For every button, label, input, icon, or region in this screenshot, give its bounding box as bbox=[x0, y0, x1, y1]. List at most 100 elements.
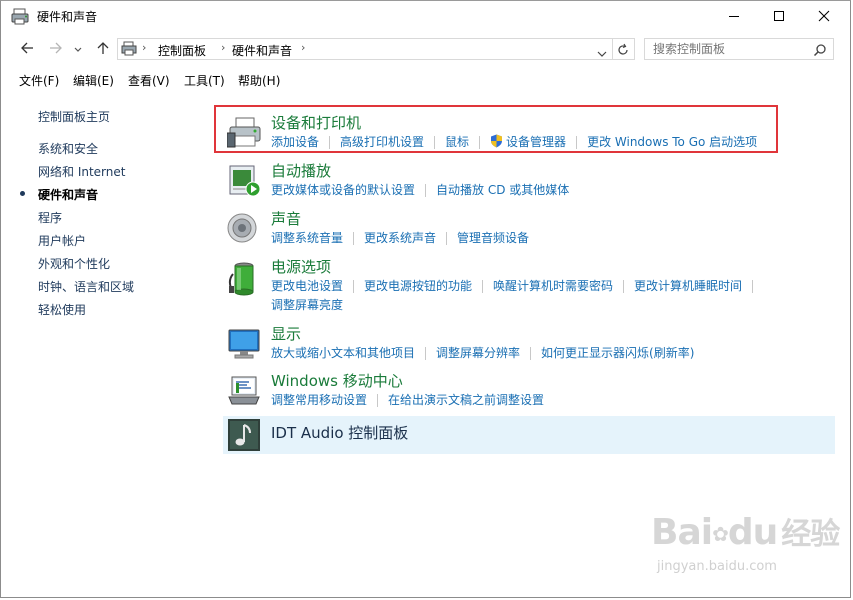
sidebar-item-network[interactable]: 网络和 Internet bbox=[38, 163, 125, 180]
active-bullet-icon bbox=[20, 191, 25, 196]
link-power-button-function[interactable]: 更改电源按钮的功能 bbox=[364, 277, 472, 294]
address-dropdown-icon[interactable] bbox=[597, 44, 607, 63]
search-input[interactable] bbox=[653, 41, 808, 57]
address-bar[interactable]: › 控制面板 › 硬件和声音 › bbox=[117, 38, 635, 60]
arrow-left-icon bbox=[20, 40, 34, 59]
link-change-sleep-time[interactable]: 更改计算机睡眠时间 bbox=[634, 277, 742, 294]
battery-icon bbox=[227, 260, 261, 296]
watermark-brand: Bai bbox=[651, 512, 713, 553]
category-title-mobility-center[interactable]: Windows 移动中心 bbox=[271, 370, 403, 391]
arrow-right-icon bbox=[49, 40, 63, 59]
category-power-options: 电源选项 更改电池设置 更改电源按钮的功能 唤醒计算机时需要密码 更改计算机睡眠时间 … bbox=[223, 256, 835, 314]
category-title-autoplay[interactable]: 自动播放 bbox=[271, 160, 331, 181]
link-change-system-sounds[interactable]: 更改系统声音 bbox=[364, 229, 436, 246]
mobility-center-icon bbox=[227, 374, 261, 408]
breadcrumb-control-panel[interactable]: 控制面板 bbox=[158, 42, 206, 59]
navigation-bar: › 控制面板 › 硬件和声音 › bbox=[1, 33, 850, 66]
hardware-sound-icon bbox=[11, 8, 31, 26]
watermark-brand-cn: 经验 bbox=[781, 517, 840, 552]
link-change-media-defaults[interactable]: 更改媒体或设备的默认设置 bbox=[271, 181, 415, 198]
menu-tools[interactable]: 工具(T) bbox=[184, 72, 225, 89]
sidebar-item-clock-language[interactable]: 时钟、语言和区域 bbox=[38, 278, 134, 295]
link-require-password-wake[interactable]: 唤醒计算机时需要密码 bbox=[493, 277, 613, 294]
category-title-sound[interactable]: 声音 bbox=[271, 208, 301, 229]
link-fix-flicker[interactable]: 如何更正显示器闪烁(刷新率) bbox=[541, 344, 694, 361]
title-bar: 硬件和声音 bbox=[1, 1, 850, 33]
menu-help[interactable]: 帮助(H) bbox=[238, 72, 280, 89]
link-divider bbox=[353, 280, 355, 293]
sidebar-item-programs[interactable]: 程序 bbox=[38, 209, 62, 226]
link-divider bbox=[752, 280, 754, 293]
autoplay-links: 更改媒体或设备的默认设置 自动播放 CD 或其他媒体 bbox=[271, 181, 569, 198]
address-divider bbox=[612, 39, 613, 59]
link-divider bbox=[377, 394, 379, 407]
link-adjust-mobility-settings[interactable]: 调整常用移动设置 bbox=[271, 391, 367, 408]
search-box[interactable] bbox=[644, 38, 834, 60]
breadcrumb-separator-icon: › bbox=[301, 41, 306, 54]
link-divider bbox=[425, 184, 427, 197]
recent-locations-button[interactable] bbox=[71, 39, 85, 59]
maximize-icon bbox=[773, 7, 785, 26]
link-presentation-settings[interactable]: 在给出演示文稿之前调整设置 bbox=[388, 391, 544, 408]
category-display: 显示 放大或缩小文本和其他项目 调整屏幕分辨率 如何更正显示器闪烁(刷新率) bbox=[223, 323, 835, 363]
search-icon[interactable] bbox=[813, 42, 827, 61]
watermark-logo: Bai✿du 经验 bbox=[651, 509, 840, 553]
menu-bar: 文件(F) 编辑(E) 查看(V) 工具(T) 帮助(H) bbox=[1, 67, 850, 91]
close-icon bbox=[818, 7, 830, 26]
sidebar-item-hardware-sound[interactable]: 硬件和声音 bbox=[38, 186, 98, 203]
link-divider bbox=[425, 347, 427, 360]
speaker-icon bbox=[227, 212, 261, 246]
link-adjust-brightness[interactable]: 调整屏幕亮度 bbox=[271, 296, 343, 313]
category-mobility-center: Windows 移动中心 调整常用移动设置 在给出演示文稿之前调整设置 bbox=[223, 370, 835, 410]
sidebar-item-ease-of-access[interactable]: 轻松使用 bbox=[38, 301, 86, 318]
sidebar-item-system-security[interactable]: 系统和安全 bbox=[38, 140, 98, 157]
minimize-icon bbox=[728, 7, 740, 26]
minimize-button[interactable] bbox=[711, 1, 757, 32]
control-panel-small-icon bbox=[121, 41, 137, 61]
breadcrumb-separator-icon: › bbox=[221, 41, 226, 54]
arrow-up-icon bbox=[96, 40, 110, 59]
menu-file[interactable]: 文件(F) bbox=[19, 72, 59, 89]
monitor-icon bbox=[227, 327, 261, 361]
power-links-second-row: 调整屏幕亮度 bbox=[271, 296, 343, 313]
category-title-display[interactable]: 显示 bbox=[271, 323, 301, 344]
link-screen-resolution[interactable]: 调整屏幕分辨率 bbox=[436, 344, 520, 361]
forward-button[interactable] bbox=[46, 39, 66, 59]
link-manage-audio-devices[interactable]: 管理音频设备 bbox=[457, 229, 529, 246]
sound-links: 调整系统音量 更改系统声音 管理音频设备 bbox=[271, 229, 529, 246]
link-adjust-volume[interactable]: 调整系统音量 bbox=[271, 229, 343, 246]
sidebar-home[interactable]: 控制面板主页 bbox=[38, 108, 110, 125]
link-divider bbox=[530, 347, 532, 360]
music-note-icon bbox=[228, 419, 260, 455]
category-autoplay: 自动播放 更改媒体或设备的默认设置 自动播放 CD 或其他媒体 bbox=[223, 160, 835, 200]
link-divider bbox=[446, 232, 448, 245]
back-button[interactable] bbox=[17, 39, 37, 59]
category-title-power-options[interactable]: 电源选项 bbox=[271, 256, 331, 277]
menu-edit[interactable]: 编辑(E) bbox=[73, 72, 114, 89]
refresh-icon[interactable] bbox=[616, 42, 630, 61]
breadcrumb-separator-icon: › bbox=[142, 41, 147, 54]
breadcrumb-hardware-sound[interactable]: 硬件和声音 bbox=[232, 42, 292, 59]
paw-icon: ✿ bbox=[712, 522, 729, 546]
maximize-button[interactable] bbox=[756, 1, 802, 32]
window-title: 硬件和声音 bbox=[37, 10, 98, 24]
autoplay-icon bbox=[227, 164, 261, 198]
category-title-idt-audio[interactable]: IDT Audio 控制面板 bbox=[271, 422, 408, 443]
mobility-links: 调整常用移动设置 在给出演示文稿之前调整设置 bbox=[271, 391, 544, 408]
link-autoplay-cd[interactable]: 自动播放 CD 或其他媒体 bbox=[436, 181, 569, 198]
chevron-down-icon bbox=[73, 40, 83, 59]
category-sound: 声音 调整系统音量 更改系统声音 管理音频设备 bbox=[223, 208, 835, 248]
sidebar-item-user-accounts[interactable]: 用户帐户 bbox=[38, 232, 86, 249]
power-links: 更改电池设置 更改电源按钮的功能 唤醒计算机时需要密码 更改计算机睡眠时间 bbox=[271, 277, 763, 294]
close-button[interactable] bbox=[801, 1, 847, 32]
highlight-box bbox=[214, 105, 778, 153]
category-idt-audio[interactable]: IDT Audio 控制面板 bbox=[223, 416, 835, 454]
link-text-size[interactable]: 放大或缩小文本和其他项目 bbox=[271, 344, 415, 361]
menu-view[interactable]: 查看(V) bbox=[128, 72, 170, 89]
sidebar-item-appearance[interactable]: 外观和个性化 bbox=[38, 255, 110, 272]
link-divider bbox=[482, 280, 484, 293]
link-divider bbox=[623, 280, 625, 293]
watermark-url: jingyan.baidu.com bbox=[657, 559, 777, 574]
up-button[interactable] bbox=[93, 39, 113, 59]
link-change-battery-settings[interactable]: 更改电池设置 bbox=[271, 277, 343, 294]
